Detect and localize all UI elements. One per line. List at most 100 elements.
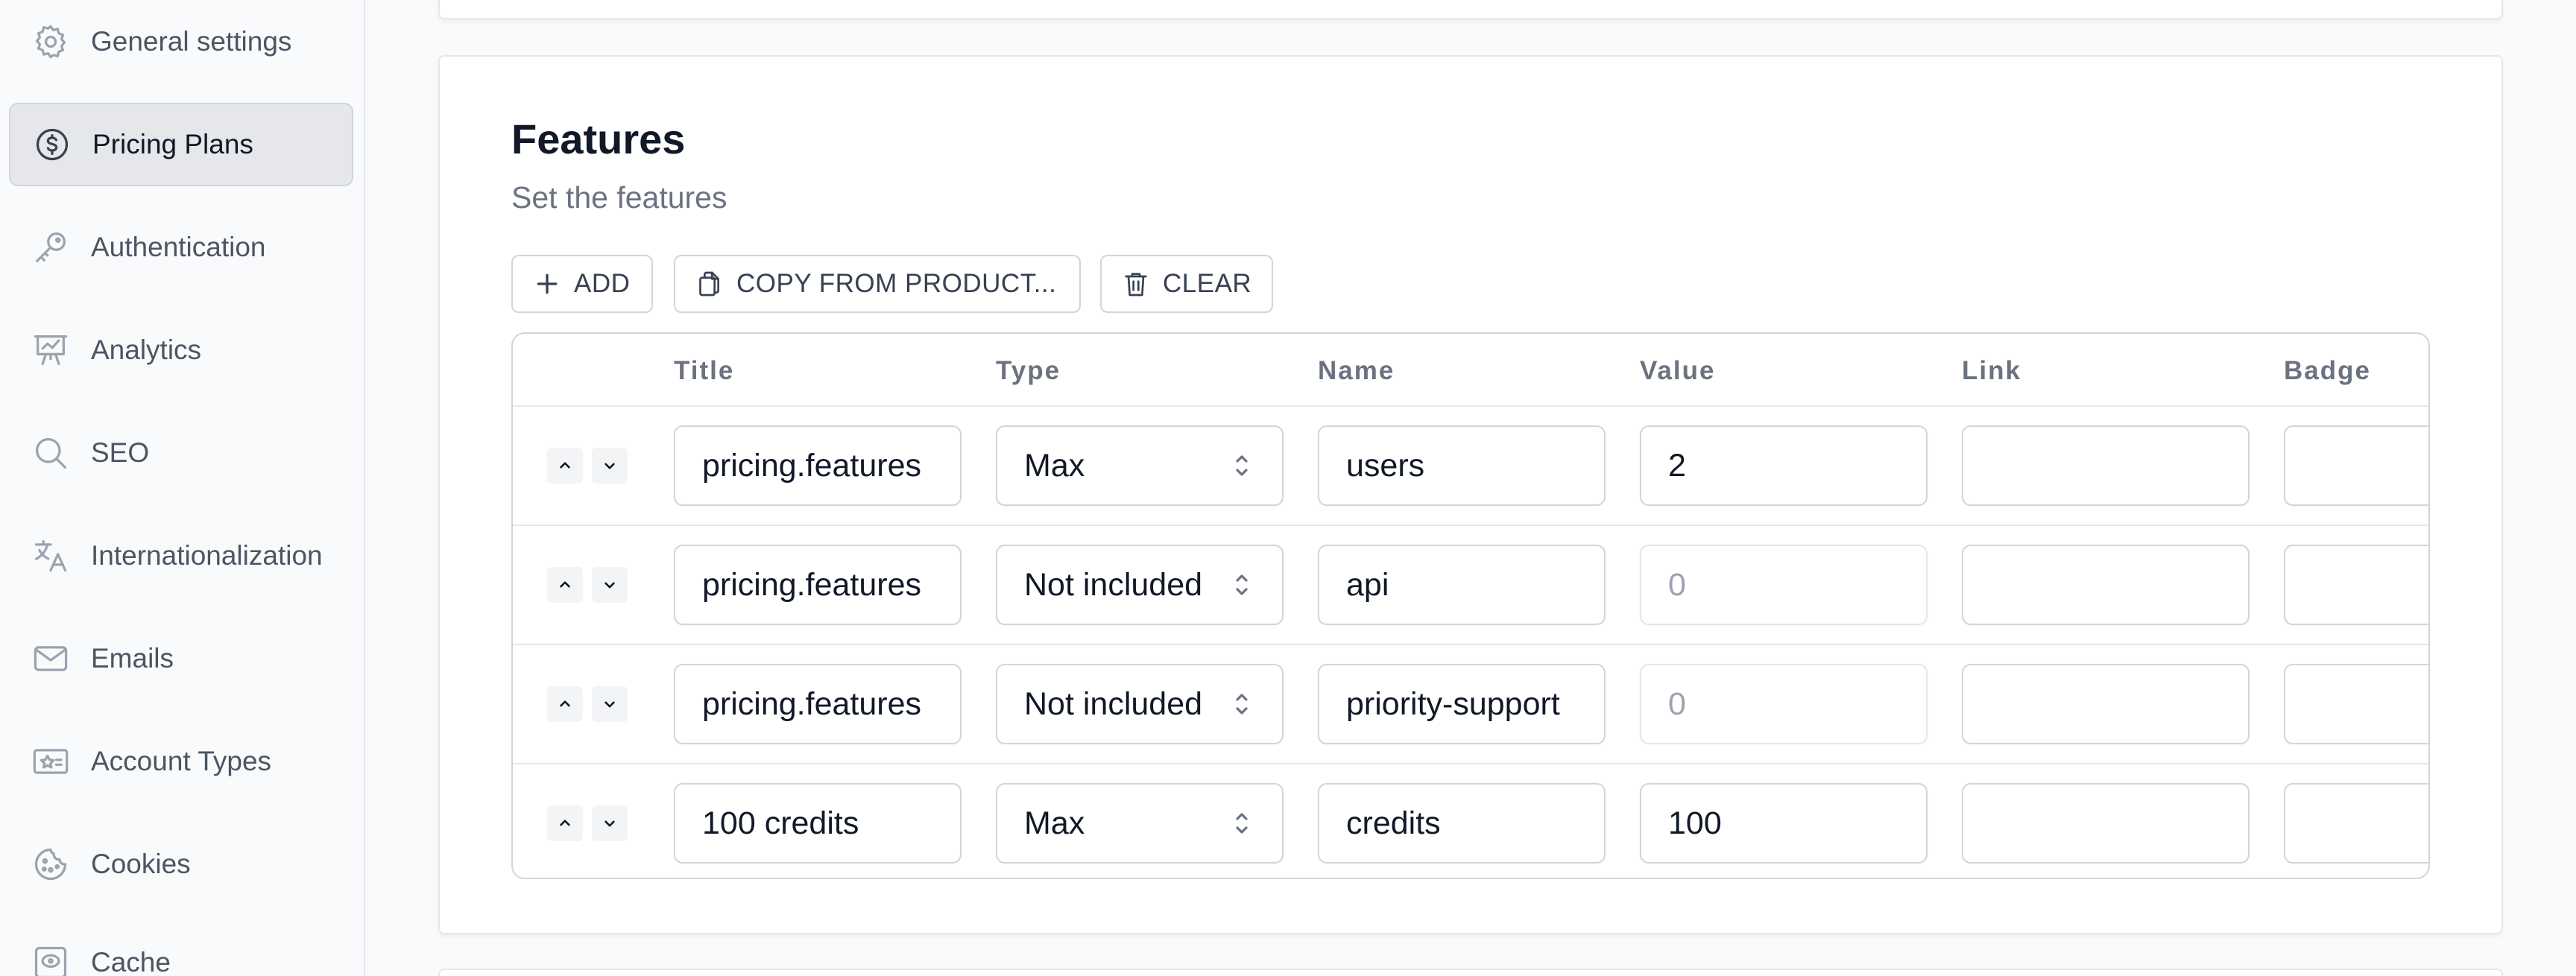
badge-input[interactable]: [2284, 664, 2428, 744]
star-card-icon: [31, 742, 70, 781]
type-select[interactable]: Max: [996, 783, 1284, 863]
chevron-up-icon: [560, 700, 570, 707]
link-input[interactable]: [1962, 425, 2250, 506]
add-button[interactable]: ADD: [511, 255, 653, 313]
section-title: Features: [511, 115, 686, 162]
column-header-name: Name: [1318, 356, 1395, 385]
features-table: Title Type Name Value Link Badge pricing…: [511, 332, 2430, 879]
sidebar-item-account-types[interactable]: Account Types: [9, 720, 353, 803]
table-row: pricing.features Not included priority-s…: [513, 645, 2428, 764]
sidebar-item-label: SEO: [91, 437, 150, 468]
sidebar-item-internationalization[interactable]: Internationalization: [9, 514, 353, 598]
title-input[interactable]: pricing.features: [674, 664, 962, 744]
move-down-button[interactable]: [592, 448, 628, 484]
column-header-type: Type: [996, 356, 1061, 385]
move-up-button[interactable]: [547, 805, 583, 841]
chevron-up-down-icon: [1234, 451, 1249, 481]
features-card: Features Set the features ADD COPY FROM …: [438, 55, 2503, 934]
mail-icon: [31, 639, 70, 678]
link-input[interactable]: [1962, 664, 2250, 744]
dollar-circle-icon: [33, 125, 72, 164]
chevron-down-icon: [604, 582, 615, 589]
title-input[interactable]: 100 credits: [674, 783, 962, 863]
search-icon: [31, 434, 70, 472]
chevron-up-icon: [560, 581, 570, 588]
move-up-button[interactable]: [547, 448, 583, 484]
copy-icon: [695, 269, 724, 299]
sidebar-item-label: General settings: [91, 26, 292, 57]
chevron-down-icon: [604, 463, 615, 469]
key-icon: [31, 228, 70, 267]
move-down-button[interactable]: [592, 567, 628, 603]
name-input[interactable]: credits: [1318, 783, 1606, 863]
clear-button[interactable]: CLEAR: [1100, 255, 1273, 313]
type-select-value: Max: [1024, 447, 1085, 484]
name-input[interactable]: api: [1318, 545, 1606, 625]
value-input[interactable]: 0: [1640, 545, 1928, 625]
move-down-button[interactable]: [592, 686, 628, 722]
chevron-up-icon: [560, 462, 570, 469]
value-input[interactable]: 100: [1640, 783, 1928, 863]
chevron-up-down-icon: [1234, 689, 1249, 719]
sidebar-item-seo[interactable]: SEO: [9, 411, 353, 495]
chevron-down-icon: [604, 820, 615, 827]
badge-input[interactable]: [2284, 783, 2428, 863]
title-input[interactable]: pricing.features: [674, 545, 962, 625]
move-down-button[interactable]: [592, 805, 628, 841]
type-select-value: Max: [1024, 805, 1085, 841]
sidebar-item-pricing-plans[interactable]: Pricing Plans: [9, 103, 353, 186]
chevron-up-down-icon: [1234, 808, 1249, 838]
sidebar-item-general-settings[interactable]: General settings: [9, 0, 353, 83]
move-up-button[interactable]: [547, 686, 583, 722]
table-row: pricing.features Max users 2: [513, 407, 2428, 526]
column-header-link: Link: [1962, 356, 2021, 385]
sidebar-item-label: Emails: [91, 643, 174, 674]
add-button-label: ADD: [574, 269, 631, 298]
previous-section-card: [438, 0, 2503, 19]
sidebar-item-cache[interactable]: Cache: [9, 921, 353, 976]
sidebar-item-analytics[interactable]: Analytics: [9, 308, 353, 392]
sidebar: General settings Pricing Plans Authentic…: [0, 0, 365, 976]
chevron-up-icon: [560, 820, 570, 826]
type-select[interactable]: Max: [996, 425, 1284, 506]
sidebar-item-emails[interactable]: Emails: [9, 617, 353, 700]
plus-icon: [532, 269, 562, 299]
move-up-button[interactable]: [547, 567, 583, 603]
type-select[interactable]: Not included: [996, 664, 1284, 744]
link-input[interactable]: [1962, 783, 2250, 863]
column-header-title: Title: [674, 356, 735, 385]
table-row: pricing.features Not included api 0: [513, 526, 2428, 645]
translate-icon: [31, 536, 70, 575]
column-header-badge: Badge: [2284, 356, 2371, 385]
gear-icon: [31, 22, 70, 61]
cookie-icon: [31, 845, 70, 884]
sidebar-item-label: Internationalization: [91, 540, 323, 571]
sidebar-item-label: Cookies: [91, 849, 191, 879]
type-select-value: Not included: [1024, 685, 1203, 722]
name-input[interactable]: priority-support: [1318, 664, 1606, 744]
copy-from-product-button-label: COPY FROM PRODUCT...: [736, 269, 1057, 298]
sidebar-item-label: Analytics: [91, 335, 202, 365]
chart-presentation-icon: [31, 331, 70, 370]
chevron-down-icon: [604, 701, 615, 708]
next-section-card: [438, 969, 2503, 976]
title-input[interactable]: pricing.features: [674, 425, 962, 506]
name-input[interactable]: users: [1318, 425, 1606, 506]
table-row: 100 credits Max credits 100: [513, 764, 2428, 878]
sidebar-item-authentication[interactable]: Authentication: [9, 206, 353, 289]
sidebar-item-cookies[interactable]: Cookies: [9, 823, 353, 906]
value-input[interactable]: 2: [1640, 425, 1928, 506]
section-description: Set the features: [511, 180, 727, 215]
clear-button-label: CLEAR: [1163, 269, 1252, 298]
badge-input[interactable]: [2284, 425, 2428, 506]
copy-from-product-button[interactable]: COPY FROM PRODUCT...: [674, 255, 1081, 313]
badge-input[interactable]: [2284, 545, 2428, 625]
link-input[interactable]: [1962, 545, 2250, 625]
sidebar-item-label: Cache: [91, 947, 171, 976]
value-input[interactable]: 0: [1640, 664, 1928, 744]
column-header-value: Value: [1640, 356, 1716, 385]
sidebar-item-label: Pricing Plans: [92, 129, 253, 159]
sidebar-item-label: Account Types: [91, 746, 272, 776]
type-select[interactable]: Not included: [996, 545, 1284, 625]
type-select-value: Not included: [1024, 566, 1203, 603]
